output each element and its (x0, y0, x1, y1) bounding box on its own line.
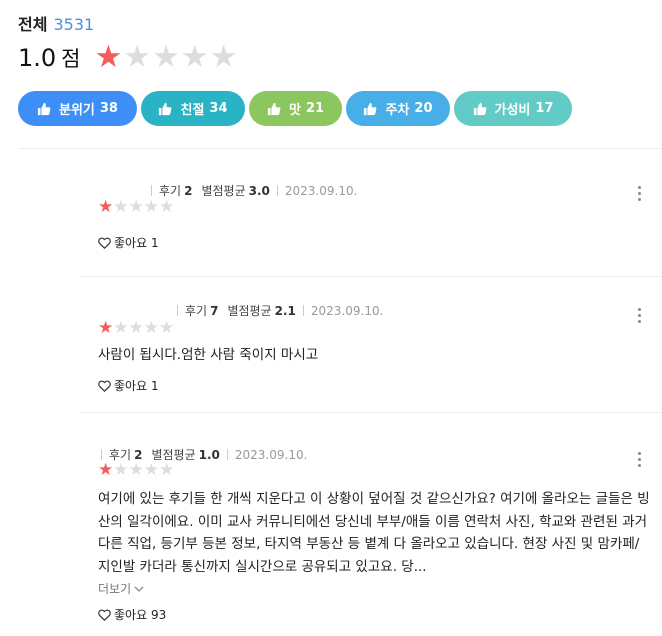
heart-icon (98, 609, 111, 621)
score-unit: 점 (61, 46, 81, 71)
reviewer-review-count-label: 후기 (185, 304, 208, 318)
heart-icon (98, 237, 111, 249)
star-icon: ★ (98, 197, 114, 217)
score-row: 1.0 점 ★ ★ ★ ★ ★ (18, 42, 238, 73)
reviewer-avg: 1.0 (198, 447, 220, 462)
heart-icon (98, 380, 111, 392)
more-options-icon[interactable] (638, 186, 642, 204)
like-button[interactable]: 좋아요 1 (98, 377, 159, 394)
like-label: 좋아요 (114, 379, 148, 393)
review-text: 사람이 됩시다.엄한 사람 죽이지 마시고 (98, 347, 319, 363)
like-label: 좋아요 (114, 608, 148, 622)
star-icon: ★ (143, 197, 159, 217)
separator (177, 305, 178, 316)
separator (226, 449, 228, 460)
thumbs-up-icon (364, 102, 377, 115)
star-icon: ★ (128, 197, 144, 217)
tag-button-kindness[interactable]: 친절 34 (141, 91, 245, 126)
star-icon: ★ (159, 460, 175, 480)
star-icon: ★ (113, 460, 129, 480)
see-more-label: 더보기 (98, 582, 132, 596)
star-icon: ★ (152, 39, 180, 75)
reviewer-review-count: 2 (184, 183, 193, 198)
reviewer-avg: 3.0 (248, 183, 270, 198)
review-date: 2023.09.10. (234, 447, 308, 462)
tag-label: 맛 (288, 103, 301, 118)
total-label: 전체 (18, 15, 48, 34)
tag-count: 20 (414, 101, 433, 116)
total-count: 3531 (53, 15, 95, 34)
keyword-tag-list: 분위기 38 친절 34 맛 21 주차 20 가성비 17 (18, 91, 576, 126)
divider (18, 148, 662, 149)
tag-label: 가성비 (494, 103, 531, 118)
thumbs-up-icon (473, 102, 486, 115)
review-item: 후기 7 별점평균 2.1 2023.09.10. ★ ★ ★ ★ ★ 사람이 됩시다.엄한… (98, 302, 652, 394)
tag-label: 분위기 (59, 103, 95, 118)
tag-count: 17 (535, 101, 554, 116)
tag-button-taste[interactable]: 맛 21 (249, 91, 342, 126)
star-icon: ★ (128, 318, 144, 338)
reviewer-review-count: 7 (210, 303, 219, 318)
like-count: 1 (150, 378, 159, 393)
average-score: 1.0 (18, 43, 57, 72)
separator (151, 185, 152, 196)
review-rating-stars: ★ ★ ★ ★ ★ (98, 320, 174, 337)
reviewer-avg-label: 별점평균 (227, 304, 272, 318)
review-item: 후기 2 별점평균 3.0 2023.09.10. ★ ★ ★ ★ ★ 좋아요 1 (98, 182, 652, 272)
star-icon: ★ (94, 39, 123, 75)
thumbs-up-icon (159, 102, 172, 115)
like-button[interactable]: 좋아요 93 (98, 606, 166, 623)
tag-button-parking[interactable]: 주차 20 (346, 91, 450, 126)
review-meta: 후기 2 별점평균 3.0 2023.09.10. (144, 182, 357, 199)
review-summary-header: 전체 3531 (18, 11, 94, 35)
review-text: 여기에 있는 후기들 한 개씩 지운다고 이 상황이 덮어질 것 같으신가요? … (98, 491, 650, 575)
star-icon: ★ (123, 39, 152, 75)
average-rating-stars: ★ ★ ★ ★ ★ (95, 42, 239, 73)
more-options-icon[interactable] (638, 308, 642, 326)
review-rating-stars: ★ ★ ★ ★ ★ (98, 462, 174, 479)
divider (80, 412, 662, 413)
star-icon: ★ (98, 318, 114, 338)
review-rating-stars: ★ ★ ★ ★ ★ (98, 199, 174, 216)
see-more-button[interactable]: 더보기 (98, 580, 144, 597)
tag-button-value[interactable]: 가성비 17 (454, 91, 572, 126)
like-label: 좋아요 (114, 236, 148, 250)
reviewer-avg-label: 별점평균 (201, 184, 246, 198)
separator (276, 185, 278, 196)
separator (101, 449, 102, 460)
tag-count: 21 (305, 101, 325, 116)
review-date: 2023.09.10. (284, 183, 358, 198)
star-icon: ★ (98, 460, 114, 480)
divider (80, 276, 662, 277)
tag-button-atmosphere[interactable]: 분위기 38 (18, 91, 137, 126)
review-date: 2023.09.10. (310, 303, 384, 318)
like-count: 93 (150, 607, 167, 622)
star-icon: ★ (143, 460, 159, 480)
thumbs-up-icon (267, 102, 281, 115)
chevron-down-icon (134, 586, 144, 592)
star-icon: ★ (113, 197, 129, 217)
tag-label: 친절 (180, 103, 205, 118)
reviewer-avg: 2.1 (274, 303, 296, 318)
star-icon: ★ (209, 39, 238, 75)
separator (302, 305, 304, 316)
more-options-icon[interactable] (638, 452, 642, 470)
star-icon: ★ (180, 39, 209, 75)
like-button[interactable]: 좋아요 1 (98, 234, 159, 251)
star-icon: ★ (143, 318, 159, 338)
review-meta: 후기 7 별점평균 2.1 2023.09.10. (170, 302, 383, 319)
tag-count: 38 (99, 101, 118, 116)
star-icon: ★ (159, 318, 175, 338)
thumbs-up-icon (37, 102, 51, 115)
tag-label: 주차 (385, 103, 410, 118)
tag-count: 34 (209, 101, 228, 116)
star-icon: ★ (113, 318, 129, 338)
like-count: 1 (150, 235, 159, 250)
star-icon: ★ (159, 197, 175, 217)
star-icon: ★ (128, 460, 144, 480)
review-item: 후기 2 별점평균 1.0 2023.09.10. ★ ★ ★ ★ ★ 여기에 있는 후기들… (98, 446, 652, 626)
